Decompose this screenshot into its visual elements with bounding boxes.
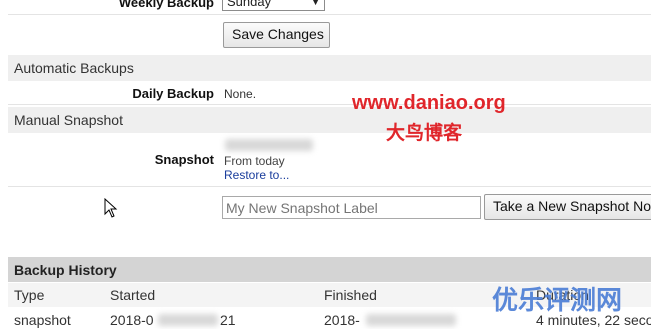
section-title: Manual Snapshot bbox=[14, 112, 123, 128]
daily-backup-label: Daily Backup bbox=[132, 86, 214, 101]
automatic-backups-section: Automatic Backups bbox=[8, 55, 651, 81]
column-header-started[interactable]: Started bbox=[110, 287, 155, 303]
snapshot-label: Snapshot bbox=[154, 152, 214, 167]
save-changes-button[interactable]: Save Changes bbox=[223, 22, 330, 48]
weekly-backup-select[interactable]: Sunday ▼ bbox=[222, 0, 325, 11]
section-title: Automatic Backups bbox=[14, 60, 134, 76]
daily-backup-value: None. bbox=[224, 87, 257, 101]
watermark-url: www.daniao.org bbox=[352, 92, 506, 114]
redacted-started bbox=[158, 314, 218, 326]
chevron-down-icon: ▼ bbox=[311, 0, 320, 7]
mouse-cursor-icon bbox=[104, 198, 118, 218]
section-title: Backup History bbox=[14, 262, 117, 278]
redacted-finished bbox=[366, 314, 456, 326]
restore-link[interactable]: Restore to... bbox=[224, 168, 289, 182]
row-type: snapshot bbox=[14, 312, 71, 328]
column-header-finished[interactable]: Finished bbox=[324, 287, 377, 303]
backup-history-header: Backup History bbox=[8, 257, 651, 282]
snapshot-label-input[interactable] bbox=[222, 196, 481, 219]
snapshot-from-text: From today bbox=[224, 154, 285, 168]
take-snapshot-button[interactable]: Take a New Snapshot Now bbox=[484, 194, 651, 220]
divider bbox=[8, 186, 651, 187]
column-header-type[interactable]: Type bbox=[14, 287, 44, 303]
row-finished: 2018- bbox=[324, 312, 360, 328]
manual-snapshot-section: Manual Snapshot bbox=[8, 107, 651, 133]
redacted-snapshot-name bbox=[225, 139, 313, 151]
weekly-backup-value: Sunday bbox=[227, 0, 272, 9]
weekly-backup-label: Weekly Backup bbox=[118, 0, 214, 10]
watermark-cn-blog: 大鸟博客 bbox=[386, 123, 463, 144]
row-started: 2018-0 bbox=[110, 312, 154, 328]
watermark-cn-review: 优乐评测网 bbox=[492, 285, 623, 315]
divider bbox=[8, 104, 651, 105]
row-started-tail: 21 bbox=[220, 312, 236, 328]
divider bbox=[8, 14, 651, 15]
